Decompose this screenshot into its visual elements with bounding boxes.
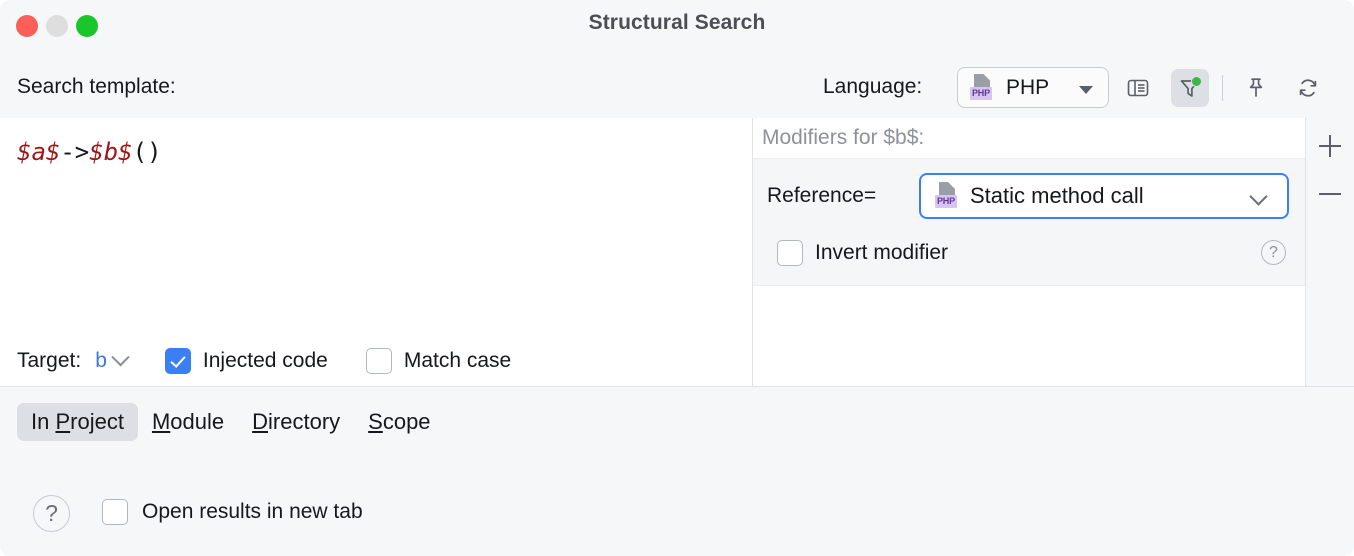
pin-glyph <box>1244 76 1268 100</box>
footer-bar: ? Open results in new tab Cancel Find <box>0 465 1354 556</box>
reference-label: Reference= <box>767 184 876 208</box>
panel-toggle-glyph <box>1126 76 1150 100</box>
injected-code-label: Injected code <box>203 349 328 373</box>
chevron-down-icon <box>111 348 129 366</box>
help-icon[interactable]: ? <box>33 495 70 532</box>
reset-icon[interactable] <box>1289 69 1327 107</box>
remove-modifier-button[interactable] <box>1310 174 1350 214</box>
search-template-editor[interactable]: $a$->$b$() Target: b Injected code Match… <box>0 118 752 386</box>
invert-modifier-label: Invert modifier <box>815 241 948 265</box>
panel-toggle-icon[interactable] <box>1119 69 1157 107</box>
open-results-label: Open results in new tab <box>142 500 363 524</box>
search-template-label: Search template: <box>17 75 176 99</box>
invert-modifier-row: Invert modifier ? <box>753 233 1305 273</box>
structural-search-dialog: Structural Search Search template: Langu… <box>0 0 1354 556</box>
php-badge-label: PHP <box>970 87 992 100</box>
pin-icon[interactable] <box>1237 69 1275 107</box>
chevron-down-icon <box>1249 187 1267 205</box>
scope-tabs: In Project Module Directory Scope <box>17 403 445 441</box>
target-value: b <box>95 349 107 373</box>
code-variable-a: $a$ <box>17 138 60 166</box>
code-arrow: -> <box>60 138 89 166</box>
toolbar-divider <box>1222 75 1223 101</box>
help-icon[interactable]: ? <box>1261 240 1286 265</box>
modifiers-header: Modifiers for $b$: <box>753 118 1305 158</box>
target-dropdown[interactable]: b <box>95 349 127 373</box>
target-label: Target: <box>17 349 81 373</box>
modifier-actions-rail <box>1306 118 1354 386</box>
match-case-checkbox[interactable]: Match case <box>366 348 511 374</box>
invert-modifier-box[interactable] <box>777 240 803 266</box>
open-results-box[interactable] <box>102 499 128 525</box>
window-title: Structural Search <box>0 11 1354 35</box>
refresh-glyph <box>1296 76 1320 100</box>
php-file-icon: PHP <box>935 182 961 210</box>
scope-tab-directory[interactable]: Directory <box>238 403 354 441</box>
language-label: Language: <box>823 75 922 99</box>
scope-tab-scope[interactable]: Scope <box>354 403 444 441</box>
target-options-row: Target: b Injected code Match case <box>0 336 752 386</box>
scope-tab-module[interactable]: Module <box>138 403 238 441</box>
template-code: $a$->$b$() <box>17 138 162 166</box>
open-results-checkbox[interactable]: Open results in new tab <box>102 499 363 525</box>
main-content: $a$->$b$() Target: b Injected code Match… <box>0 118 1354 386</box>
scope-tab-in-project[interactable]: In Project <box>17 403 138 441</box>
filter-active-indicator <box>1191 76 1202 87</box>
modifiers-empty-area <box>753 285 1305 386</box>
header-bar: Search template: Language: PHP PHP <box>0 62 1354 118</box>
language-value: PHP <box>1006 76 1049 100</box>
reference-row: Reference= PHP Static method call <box>753 173 1305 219</box>
match-case-label: Match case <box>404 349 511 373</box>
modifiers-body: Reference= PHP Static method call Invert… <box>753 158 1305 285</box>
filter-icon[interactable] <box>1171 69 1209 107</box>
add-modifier-button[interactable] <box>1310 126 1350 166</box>
code-parens: () <box>133 138 162 166</box>
code-variable-b: $b$ <box>89 138 132 166</box>
match-case-box[interactable] <box>366 348 392 374</box>
php-file-icon: PHP <box>970 74 996 102</box>
chevron-down-icon <box>1079 86 1093 94</box>
language-dropdown[interactable]: PHP PHP <box>957 67 1109 108</box>
reference-value: Static method call <box>970 183 1144 209</box>
injected-code-box[interactable] <box>165 348 191 374</box>
title-bar: Structural Search <box>0 0 1354 52</box>
modifiers-header-label: Modifiers for $b$: <box>762 126 924 150</box>
modifiers-panel: Modifiers for $b$: Reference= PHP Static… <box>753 118 1305 386</box>
reference-dropdown[interactable]: PHP Static method call <box>919 173 1289 219</box>
scope-tab-strip: In Project Module Directory Scope <box>0 386 1354 465</box>
minus-icon <box>1319 193 1341 196</box>
injected-code-checkbox[interactable]: Injected code <box>165 348 328 374</box>
php-badge-label: PHP <box>935 195 957 208</box>
